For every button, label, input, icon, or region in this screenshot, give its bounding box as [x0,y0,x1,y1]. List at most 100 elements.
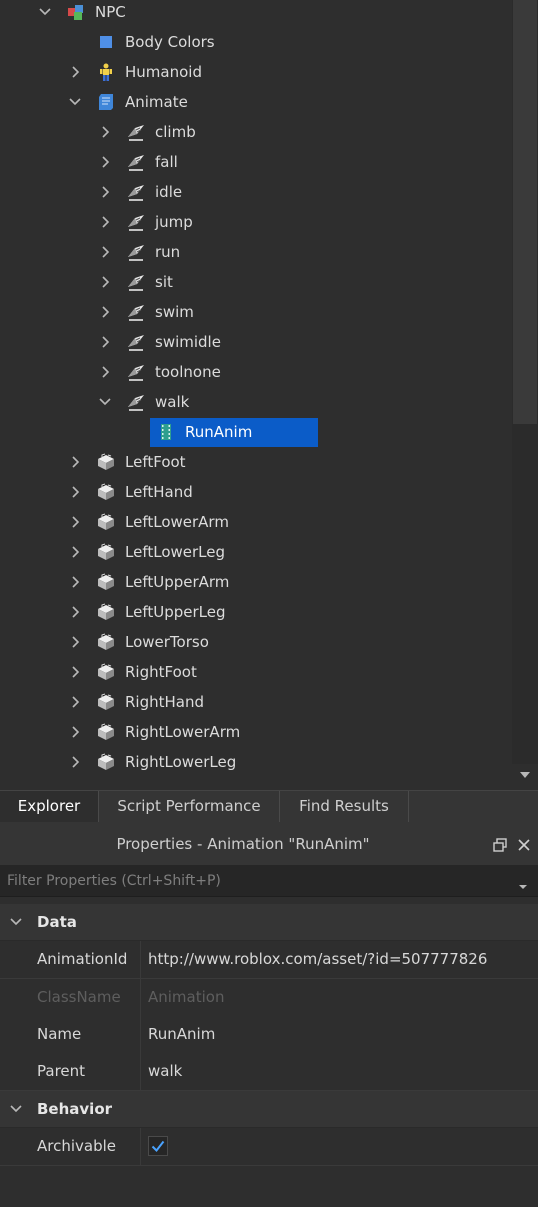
chevron-right-icon[interactable] [67,754,83,770]
mesh-part-icon [96,542,116,562]
tree-row-leftlowerarm[interactable]: LeftLowerArm [0,507,512,537]
chevron-right-icon[interactable] [97,124,113,140]
chevron-down-icon[interactable] [8,914,24,930]
chevron-down-icon[interactable] [97,394,113,410]
tree-row-jump[interactable]: jump [0,207,512,237]
string-value-icon [126,152,146,172]
section-behavior[interactable]: Behavior [0,1091,538,1128]
property-value-classname: Animation [148,988,225,1006]
tree-row-label: Animate [125,93,188,111]
tree-row-climb[interactable]: climb [0,117,512,147]
tree-row-label: walk [155,393,190,411]
chevron-right-icon[interactable] [97,334,113,350]
tree-row-lefthand[interactable]: LeftHand [0,477,512,507]
chevron-right-icon[interactable] [67,544,83,560]
tab-script-performance[interactable]: Script Performance [99,791,280,822]
column-divider[interactable] [140,1053,141,1090]
tree-row-righthand[interactable]: RightHand [0,687,512,717]
chevron-right-icon[interactable] [97,154,113,170]
chevron-right-icon[interactable] [67,724,83,740]
tree-row-walk[interactable]: walk [0,387,512,417]
tab-find-results[interactable]: Find Results [280,791,409,822]
property-value-parent[interactable]: walk [148,1053,182,1090]
filter-dropdown-arrow-icon[interactable] [518,877,528,889]
chevron-down-icon[interactable] [8,1101,24,1117]
tree-row-rightlowerarm[interactable]: RightLowerArm [0,717,512,747]
tree-row-npc[interactable]: NPC [0,0,512,27]
chevron-right-icon[interactable] [97,184,113,200]
float-window-icon[interactable] [492,837,508,853]
tree-row-swim[interactable]: swim [0,297,512,327]
chevron-right-icon[interactable] [67,604,83,620]
close-icon[interactable] [516,837,532,853]
property-row-name[interactable]: Name RunAnim [0,1016,538,1054]
tree-row-idle[interactable]: idle [0,177,512,207]
tree-row-label: Humanoid [125,63,202,81]
property-row-archivable[interactable]: Archivable [0,1128,538,1166]
property-name: AnimationId [37,950,128,968]
chevron-right-icon[interactable] [67,454,83,470]
chevron-right-icon[interactable] [67,574,83,590]
column-divider[interactable] [140,941,141,978]
explorer-scrollbar[interactable] [512,0,538,790]
archivable-checkbox[interactable] [148,1136,168,1156]
chevron-right-icon[interactable] [67,634,83,650]
chevron-right-icon[interactable] [97,214,113,230]
chevron-right-icon[interactable] [97,364,113,380]
column-divider[interactable] [140,1016,141,1053]
tree-row-toolnone[interactable]: toolnone [0,357,512,387]
chevron-right-icon[interactable] [67,694,83,710]
scrollbar-thumb[interactable] [513,0,537,424]
tree-row-label: LeftFoot [125,453,186,471]
tree-row-label: fall [155,153,178,171]
tree-row-fall[interactable]: fall [0,147,512,177]
property-row-animationid[interactable]: AnimationId http://www.roblox.com/asset/… [0,941,538,979]
mesh-part-icon [96,512,116,532]
tree-row-animate[interactable]: Animate [0,87,512,117]
scrollbar-track[interactable] [512,0,538,764]
section-data[interactable]: Data [0,904,538,941]
tree-row-runanim[interactable]: RunAnim [0,417,512,447]
string-value-icon [126,182,146,202]
property-value-animationid[interactable]: http://www.roblox.com/asset/?id=50777782… [148,941,487,978]
tree-row-rightfoot[interactable]: RightFoot [0,657,512,687]
properties-title-bar: Properties - Animation "RunAnim" [0,823,538,866]
tree-row-label: RightLowerLeg [125,753,237,771]
chevron-down-icon[interactable] [37,4,53,20]
tree-row-lowertorso[interactable]: LowerTorso [0,627,512,657]
column-divider[interactable] [140,1128,141,1165]
tree-row-label: LowerTorso [125,633,209,651]
string-value-icon [126,212,146,232]
chevron-right-icon[interactable] [67,64,83,80]
tree-row-label: LeftLowerArm [125,513,229,531]
local-script-icon [96,92,116,112]
section-label: Data [37,913,77,931]
tree-row-swimidle[interactable]: swimidle [0,327,512,357]
tree-row-leftupperleg[interactable]: LeftUpperLeg [0,597,512,627]
chevron-down-icon[interactable] [67,94,83,110]
tree-row-leftlowerleg[interactable]: LeftLowerLeg [0,537,512,567]
chevron-right-icon[interactable] [67,664,83,680]
tree-row-body-colors[interactable]: Body Colors [0,27,512,57]
chevron-right-icon[interactable] [67,484,83,500]
tree-row-label: idle [155,183,183,201]
tree-row-leftupperarm[interactable]: LeftUpperArm [0,567,512,597]
tree-row-sit[interactable]: sit [0,267,512,297]
tree-row-leftfoot[interactable]: LeftFoot [0,447,512,477]
property-value-name[interactable]: RunAnim [148,1016,215,1053]
scroll-down-arrow-icon[interactable] [512,764,538,786]
chevron-right-icon[interactable] [97,304,113,320]
chevron-right-icon[interactable] [97,244,113,260]
tree-row-humanoid[interactable]: Humanoid [0,57,512,87]
checkmark-icon [151,1140,165,1153]
chevron-right-icon[interactable] [97,274,113,290]
tree-row-run[interactable]: run [0,237,512,267]
mesh-part-icon [96,692,116,712]
tree-row-rightlowerleg[interactable]: RightLowerLeg [0,747,512,777]
chevron-right-icon[interactable] [67,514,83,530]
tab-explorer[interactable]: Explorer [0,791,99,822]
string-value-icon [126,332,146,352]
property-row-parent[interactable]: Parent walk [0,1053,538,1091]
filter-properties-input[interactable] [0,866,510,896]
column-divider[interactable] [140,979,141,1016]
